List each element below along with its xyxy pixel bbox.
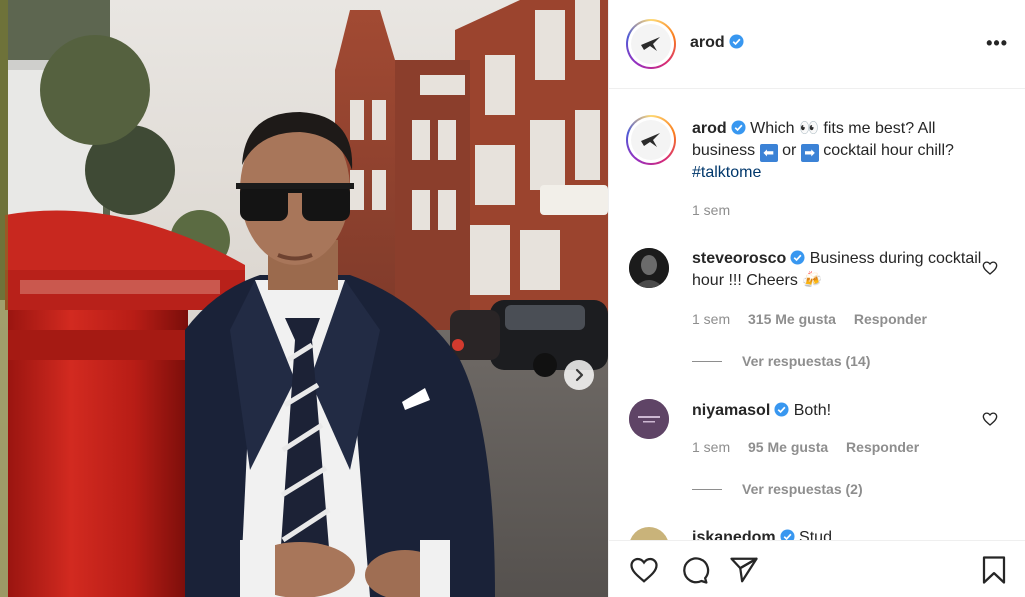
view-replies-label: Ver respuestas (14) bbox=[742, 353, 871, 369]
more-horizontal-icon: ••• bbox=[986, 33, 1008, 53]
comment-username[interactable]: jskanedom bbox=[692, 529, 776, 540]
author-logo-icon bbox=[641, 37, 660, 51]
comment-text: Stud bbox=[799, 529, 832, 540]
next-photo-button[interactable] bbox=[564, 360, 594, 390]
commenter-avatar[interactable] bbox=[629, 248, 669, 288]
verified-badge-icon bbox=[774, 402, 789, 417]
comment-username[interactable]: steveorosco bbox=[692, 250, 786, 267]
comments-list[interactable]: arod Which 👀 fits me best? All business … bbox=[609, 89, 1025, 540]
caption-text-1: Which bbox=[750, 120, 795, 137]
commenter-photo bbox=[629, 399, 669, 439]
hashtag-link[interactable]: #talktome bbox=[692, 164, 761, 181]
caption-username[interactable]: arod bbox=[692, 120, 727, 137]
left-arrow-emoji: ⬅ bbox=[759, 144, 778, 162]
commenter-photo bbox=[629, 248, 669, 288]
comment-text: Both! bbox=[793, 402, 832, 419]
bookmark-icon[interactable] bbox=[979, 555, 1009, 585]
verified-badge-icon bbox=[790, 250, 805, 265]
post-actions-bar bbox=[609, 540, 1025, 597]
post-photo[interactable] bbox=[0, 0, 608, 597]
post-header: arod ••• bbox=[609, 0, 1025, 89]
verified-badge-icon bbox=[731, 120, 746, 135]
commenter-avatar[interactable] bbox=[629, 399, 669, 439]
author-avatar[interactable] bbox=[626, 19, 676, 69]
comment-time[interactable]: 1 sem bbox=[692, 311, 730, 327]
commenter-avatar[interactable] bbox=[629, 527, 669, 540]
author-logo-icon bbox=[641, 133, 660, 147]
verified-badge-icon bbox=[780, 529, 795, 540]
send-icon[interactable] bbox=[729, 555, 759, 585]
replies-divider bbox=[692, 360, 722, 362]
caption-author-avatar[interactable] bbox=[626, 115, 676, 165]
view-replies-button[interactable]: Ver respuestas (2) bbox=[692, 481, 863, 497]
comment-likes-count[interactable]: 95 Me gusta bbox=[748, 439, 828, 455]
comment-icon[interactable] bbox=[679, 555, 710, 585]
comment-time[interactable]: 1 sem bbox=[692, 439, 730, 455]
caption-or: or bbox=[782, 142, 797, 159]
verified-badge-icon bbox=[729, 34, 744, 49]
view-replies-label: Ver respuestas (2) bbox=[742, 481, 863, 497]
comment-like-heart-icon[interactable] bbox=[982, 411, 998, 427]
chevron-right-icon bbox=[575, 368, 584, 382]
post-image bbox=[0, 0, 608, 597]
eyes-emoji: 👀 bbox=[799, 120, 819, 137]
comment-username[interactable]: niyamasol bbox=[692, 402, 770, 419]
beer-emoji: 🍻 bbox=[802, 272, 823, 289]
author-username[interactable]: arod bbox=[690, 34, 725, 51]
comment-like-heart-icon[interactable] bbox=[982, 260, 998, 276]
right-arrow-emoji: ➡ bbox=[800, 144, 819, 162]
like-heart-icon[interactable] bbox=[628, 555, 660, 585]
comment-likes-count[interactable]: 315 Me gusta bbox=[748, 311, 836, 327]
reply-button[interactable]: Responder bbox=[854, 311, 927, 327]
more-options-button[interactable]: ••• bbox=[986, 34, 1008, 52]
post-side-panel: arod ••• arod Which 👀 fits me best? All … bbox=[608, 0, 1025, 597]
reply-button[interactable]: Responder bbox=[846, 439, 919, 455]
replies-divider bbox=[692, 488, 722, 490]
caption-text-3: cocktail hour chill? bbox=[823, 142, 954, 159]
caption-time[interactable]: 1 sem bbox=[692, 202, 730, 218]
view-replies-button[interactable]: Ver respuestas (14) bbox=[692, 353, 870, 369]
